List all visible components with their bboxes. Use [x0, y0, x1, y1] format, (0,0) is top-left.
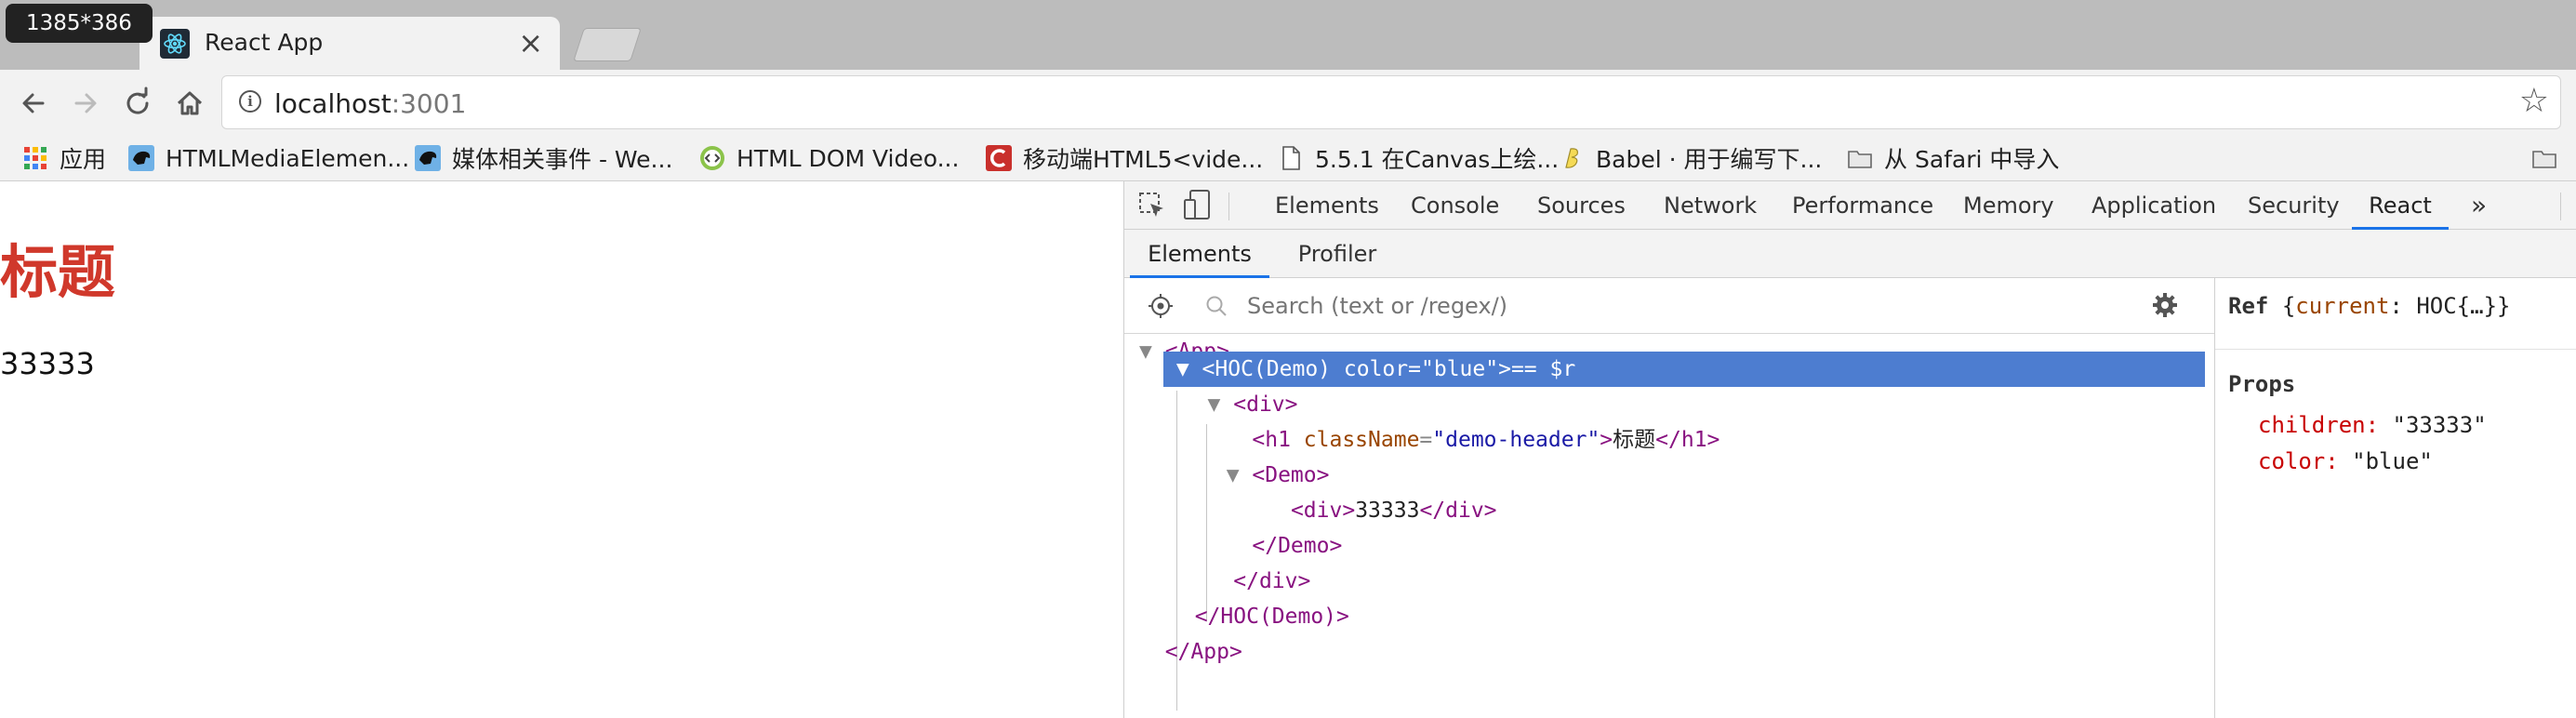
- page-text: 33333: [0, 346, 95, 381]
- collapse-triangle-icon[interactable]: ▼: [1163, 357, 1202, 381]
- search-icon: [1206, 296, 1227, 316]
- back-arrow-icon[interactable]: [15, 85, 52, 122]
- info-icon[interactable]: i: [239, 90, 261, 113]
- tab-network[interactable]: Network: [1664, 181, 1757, 230]
- devtools-tab-bar: Elements Console Sources Network Perform…: [1124, 181, 2576, 230]
- forward-arrow-icon[interactable]: [67, 85, 104, 122]
- subtab-profiler[interactable]: Profiler: [1284, 230, 1390, 278]
- bookmark-mobile-html5-video[interactable]: 移动端HTML5<vide...: [986, 135, 1263, 181]
- tab-react[interactable]: React: [2352, 181, 2449, 230]
- babel-icon: [1565, 148, 1578, 168]
- tab-close-icon[interactable]: ×: [518, 25, 543, 60]
- panther-icon: [415, 145, 441, 171]
- folder-icon: [1848, 151, 1872, 168]
- bookmark-media-events[interactable]: 媒体相关事件 - We...: [415, 135, 672, 181]
- folder-icon: [2532, 151, 2556, 168]
- browser-toolbar: i localhost:3001 ☆: [0, 70, 2576, 135]
- devtools-panel: Elements Console Sources Network Perform…: [1123, 181, 2576, 718]
- document-icon: [1282, 146, 1300, 170]
- ref-row: Ref {current: HOC{…}}: [2228, 293, 2511, 319]
- bookmark-folder-overflow[interactable]: [2531, 135, 2569, 181]
- bookmark-html-dom-video[interactable]: HTML DOM Video...: [699, 135, 959, 181]
- toolbar-divider: [1228, 193, 1229, 220]
- props-side-pane: Ref {current: HOC{…}} Props children: "3…: [2214, 278, 2576, 718]
- tree-row-app-close[interactable]: </App>: [1139, 634, 1242, 670]
- bookmark-label: 媒体相关事件 - We...: [452, 146, 673, 173]
- bookmark-label: Babel · 用于编写下...: [1596, 146, 1823, 173]
- bookmark-folder-safari[interactable]: 从 Safari 中导入: [1847, 135, 2059, 181]
- tree-row-hoc-close[interactable]: </HOC(Demo)>: [1169, 599, 1349, 634]
- page-heading: 标题: [0, 238, 116, 306]
- tab-title: React App: [205, 29, 324, 56]
- pane-divider: [2215, 349, 2576, 350]
- bookmark-label: 移动端HTML5<vide...: [1023, 146, 1264, 173]
- subtab-elements[interactable]: Elements: [1130, 230, 1269, 278]
- tree-row-hoc-selected[interactable]: ▼ <HOC(Demo) color="blue">== $r: [1163, 352, 2205, 387]
- address-bar[interactable]: i localhost:3001 ☆: [221, 75, 2561, 129]
- url-text: localhost:3001: [274, 88, 467, 119]
- tab-application[interactable]: Application: [2091, 181, 2216, 230]
- browser-tab[interactable]: React App ×: [139, 17, 560, 70]
- bookmark-label: 从 Safari 中导入: [1884, 146, 2060, 173]
- prop-children[interactable]: children: "33333": [2258, 412, 2487, 438]
- component-tree: ▼ <App> ▼ <HOC(Demo) color="blue">== $r …: [1124, 334, 2214, 718]
- inspect-element-icon[interactable]: [1137, 191, 1167, 220]
- bookmark-canvas[interactable]: 5.5.1 在Canvas上绘...: [1278, 135, 1559, 181]
- tab-console[interactable]: Console: [1411, 181, 1499, 230]
- tab-sources[interactable]: Sources: [1537, 181, 1626, 230]
- component-tree-pane: ▼ <App> ▼ <HOC(Demo) color="blue">== $r …: [1124, 278, 2214, 718]
- select-element-icon[interactable]: [1147, 292, 1175, 320]
- bookmark-star-icon[interactable]: ☆: [2519, 82, 2549, 120]
- react-logo-icon: [160, 29, 190, 59]
- tab-security[interactable]: Security: [2248, 181, 2340, 230]
- bookmark-label: HTML DOM Video...: [737, 144, 960, 172]
- device-toolbar-icon[interactable]: [1182, 189, 1214, 222]
- bookmark-label: 5.5.1 在Canvas上绘...: [1315, 146, 1560, 173]
- bookmark-label: 应用: [60, 146, 107, 173]
- props-heading: Props: [2228, 371, 2296, 397]
- collapse-triangle-icon[interactable]: ▼: [1139, 339, 1165, 364]
- component-search-bar: [1124, 278, 2214, 334]
- tab-elements[interactable]: Elements: [1275, 181, 1379, 230]
- tree-row-demo-close[interactable]: </Demo>: [1201, 528, 1342, 564]
- settings-gear-icon[interactable]: [2151, 291, 2179, 319]
- tab-performance[interactable]: Performance: [1792, 181, 1933, 230]
- bookmark-apps[interactable]: 应用: [22, 135, 106, 181]
- home-icon[interactable]: [171, 85, 208, 122]
- apps-grid-icon: [24, 147, 46, 169]
- tab-memory[interactable]: Memory: [1963, 181, 2054, 230]
- c-logo-icon: [986, 145, 1012, 171]
- code-badge-icon: [700, 146, 724, 170]
- react-subtab-bar: Elements Profiler: [1124, 230, 2576, 278]
- bookmark-label: HTMLMediaElemen...: [166, 144, 410, 172]
- prop-color[interactable]: color: "blue": [2258, 448, 2433, 474]
- tree-row-div[interactable]: ▼ <div>: [1169, 387, 1298, 422]
- tree-row-demo[interactable]: ▼ <Demo>: [1201, 458, 1330, 493]
- bookmark-babel[interactable]: Babel · 用于编写下...: [1559, 135, 1822, 181]
- component-search-input[interactable]: [1247, 293, 2084, 319]
- toolbar-divider: [2560, 193, 2561, 220]
- tree-row-div-close[interactable]: </div>: [1169, 564, 1310, 599]
- tree-row-h1[interactable]: <h1 className="demo-header">标题</h1>: [1201, 422, 1720, 458]
- bookmarks-bar: 应用 HTMLMediaElemen... 媒体相关事件 - We... HTM…: [0, 135, 2576, 181]
- title-bar: React App × 1385*386: [0, 0, 2576, 70]
- panther-icon: [128, 145, 154, 171]
- more-tabs-icon[interactable]: »: [2471, 181, 2487, 230]
- reload-icon[interactable]: [119, 85, 156, 122]
- tree-row-inner-div[interactable]: <div>33333</div>: [1201, 493, 1497, 528]
- size-badge: 1385*386: [6, 4, 153, 43]
- bookmark-htmlmediaelement[interactable]: HTMLMediaElemen...: [128, 135, 409, 181]
- new-tab-button[interactable]: [573, 28, 642, 61]
